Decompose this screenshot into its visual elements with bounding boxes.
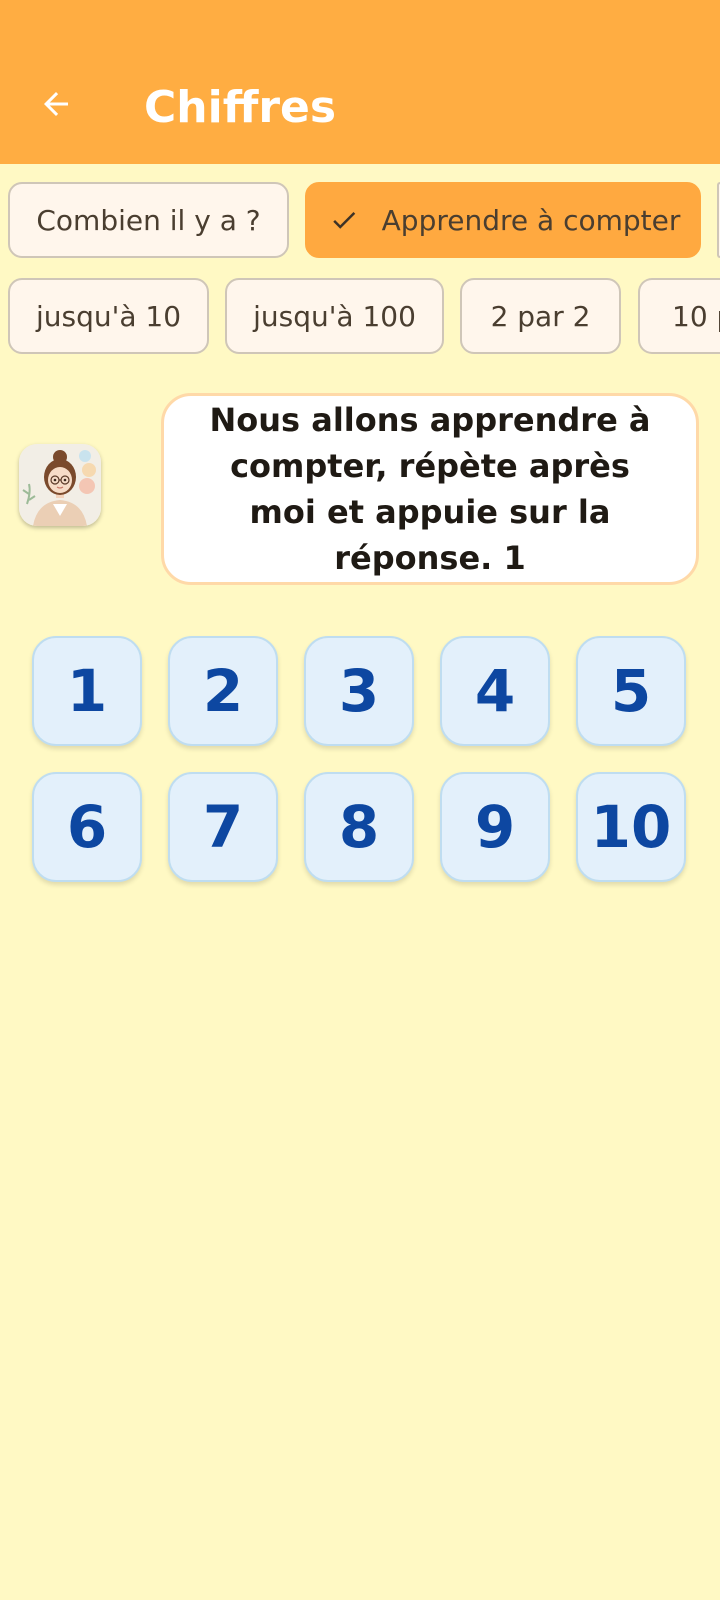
number-grid: 1 2 3 4 5 6 7 8 9 10: [32, 636, 689, 882]
number-button-2[interactable]: 2: [168, 636, 278, 746]
chip-jusqua-100[interactable]: jusqu'à 100: [225, 278, 444, 354]
number-button-3[interactable]: 3: [304, 636, 414, 746]
chip-10-par-10[interactable]: 10 p: [638, 278, 720, 354]
chip-label: jusqu'à 100: [253, 299, 416, 333]
number-button-7[interactable]: 7: [168, 772, 278, 882]
teacher-avatar: [19, 444, 101, 526]
chip-label: 10 p: [672, 299, 720, 333]
number-button-4[interactable]: 4: [440, 636, 550, 746]
chip-jusqua-10[interactable]: jusqu'à 10: [8, 278, 209, 354]
page-title: Chiffres: [144, 82, 337, 133]
app-bar: Chiffres: [0, 0, 720, 164]
number-button-8[interactable]: 8: [304, 772, 414, 882]
check-icon: [326, 202, 362, 238]
number-button-5[interactable]: 5: [576, 636, 686, 746]
number-button-6[interactable]: 6: [32, 772, 142, 882]
arrow-back-icon: [38, 86, 74, 126]
speech-bubble: Nous allons apprendre à compter, répète …: [161, 393, 699, 585]
chip-combien-il-y-a[interactable]: Combien il y a ?: [8, 182, 289, 258]
chip-label: 2 par 2: [490, 299, 591, 333]
chip-label: jusqu'à 10: [35, 299, 182, 333]
back-button[interactable]: [28, 78, 84, 134]
number-button-9[interactable]: 9: [440, 772, 550, 882]
teacher-message: Nous allons apprendre à compter, répète …: [209, 401, 651, 577]
chip-label: Combien il y a ?: [36, 203, 261, 237]
number-button-10[interactable]: 10: [576, 772, 686, 882]
number-button-1[interactable]: 1: [32, 636, 142, 746]
chip-apprendre-a-compter[interactable]: Apprendre à compter: [305, 182, 701, 258]
chip-label: Apprendre à compter: [381, 203, 681, 237]
chip-2-par-2[interactable]: 2 par 2: [460, 278, 621, 354]
